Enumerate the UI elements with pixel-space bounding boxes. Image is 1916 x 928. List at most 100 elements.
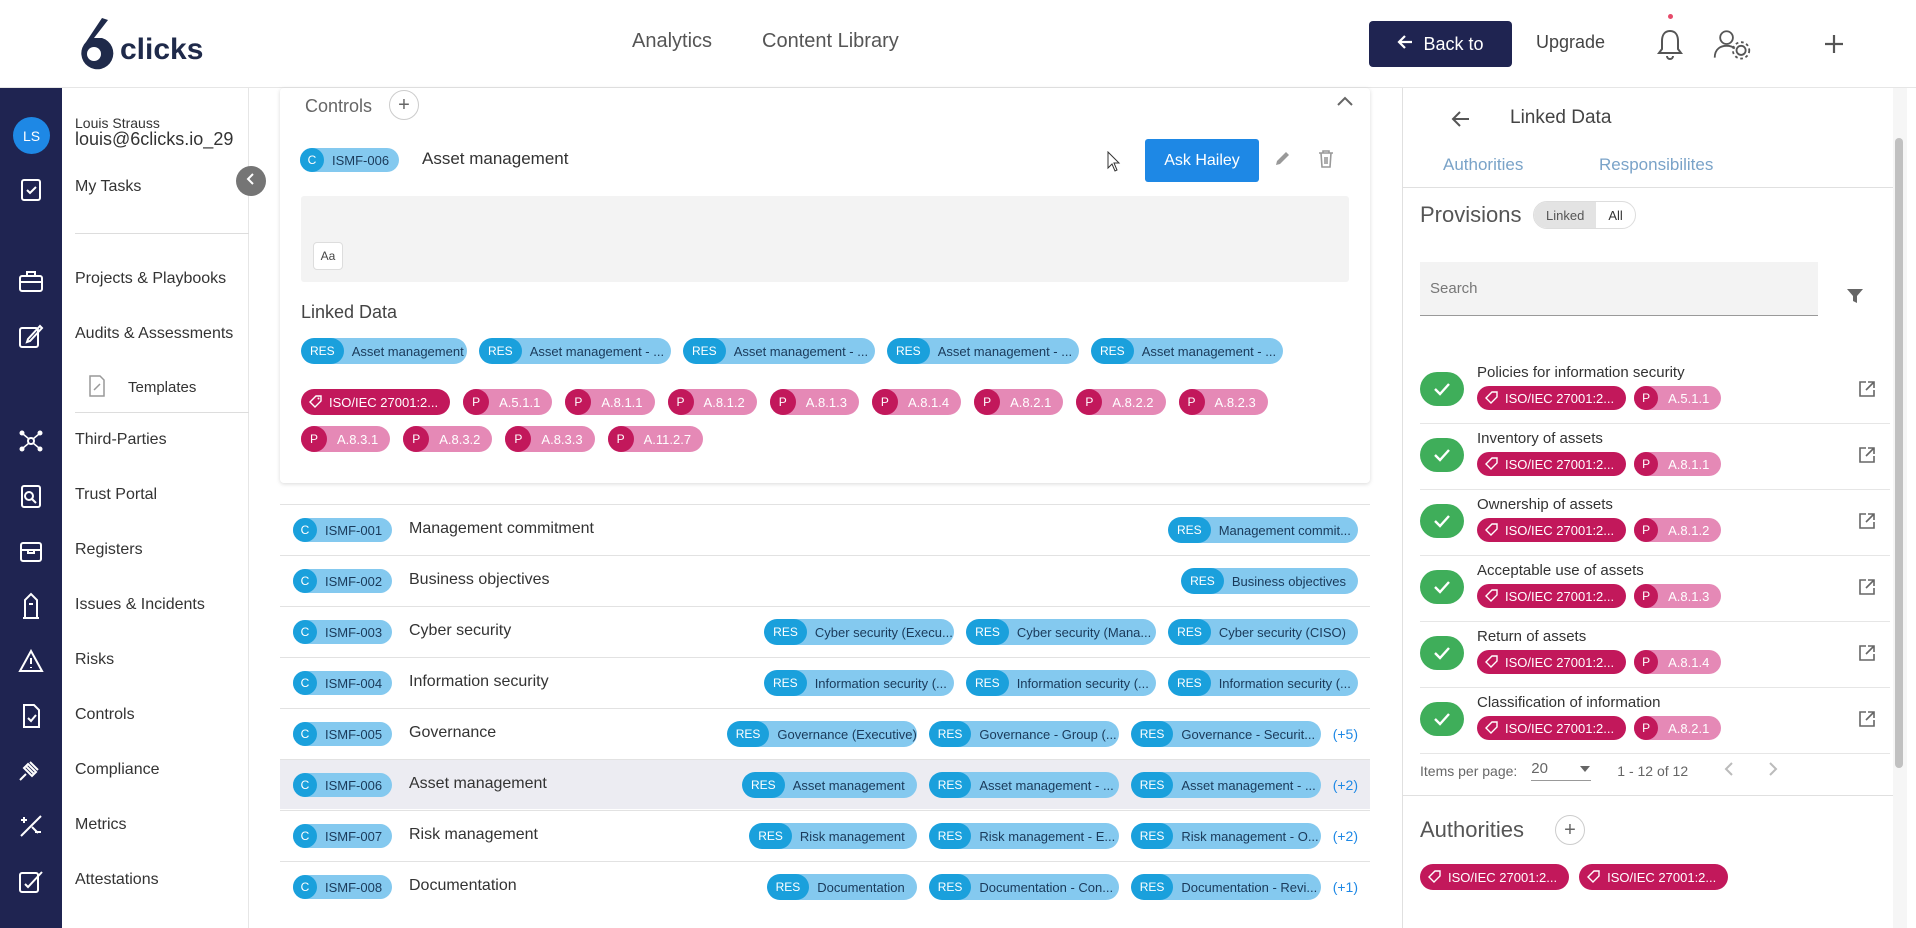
list-item[interactable]: Policies for information security ISO/IEC…: [1420, 358, 1890, 424]
provision-pill[interactable]: P A.8.3.1: [301, 426, 391, 452]
warning-icon[interactable]: [16, 646, 46, 676]
authority-pill[interactable]: ISO/IEC 27001:2...: [1477, 584, 1627, 608]
table-row[interactable]: C ISMF-005 Governance RES Governance (Execut…: [280, 708, 1370, 758]
res-pill[interactable]: RES Risk management - O...: [1130, 823, 1321, 849]
list-item[interactable]: Ownership of assets ISO/IEC 27001:2... P A.…: [1420, 490, 1890, 556]
add-authority-button[interactable]: +: [1555, 815, 1585, 845]
network-icon[interactable]: [16, 426, 46, 456]
provision-pill[interactable]: P A.5.1.1: [463, 389, 553, 415]
sidebar-item-third-parties[interactable]: Third-Parties: [75, 431, 167, 449]
res-pill[interactable]: RES Business objectives: [1181, 568, 1358, 594]
scrollbar-thumb[interactable]: [1895, 138, 1903, 768]
res-pill[interactable]: RES Risk management - E...: [928, 823, 1119, 849]
provision-pill[interactable]: P A.11.2.7: [607, 426, 704, 452]
res-pill[interactable]: RES Cyber security (CISO): [1168, 619, 1358, 645]
table-row[interactable]: C ISMF-004 Information security RES Informat…: [280, 657, 1370, 707]
tab-authorities[interactable]: Authorities: [1443, 155, 1523, 175]
provision-pill[interactable]: P A.8.2.3: [1178, 389, 1268, 415]
nav-content-library[interactable]: Content Library: [762, 30, 899, 53]
authority-pill[interactable]: ISO/IEC 27001:2...: [1420, 864, 1570, 890]
edit-icon[interactable]: [16, 321, 46, 351]
sidebar-item-issues[interactable]: Issues & Incidents: [75, 596, 205, 614]
table-row[interactable]: C ISMF-008 Documentation RES Documentation RE…: [280, 861, 1370, 911]
avatar[interactable]: LS: [13, 117, 50, 154]
user-settings-icon[interactable]: [1712, 24, 1752, 64]
table-row[interactable]: C ISMF-002 Business objectives RES Business …: [280, 555, 1370, 605]
more-count[interactable]: (+5): [1333, 726, 1358, 742]
trash-icon[interactable]: [1317, 149, 1335, 174]
list-item[interactable]: Acceptable use of assets ISO/IEC 27001:2.…: [1420, 556, 1890, 622]
back-to-button[interactable]: Back to: [1369, 21, 1512, 67]
res-pill[interactable]: RES Management commit...: [1168, 517, 1358, 543]
more-count[interactable]: (+2): [1333, 777, 1358, 793]
res-pill[interactable]: RES Documentation - Con...: [928, 874, 1119, 900]
sidebar-item-audits[interactable]: Audits & Assessments: [75, 325, 233, 343]
upgrade-link[interactable]: Upgrade: [1536, 32, 1605, 53]
authority-pill[interactable]: ISO/IEC 27001:2...: [1477, 452, 1627, 476]
more-count[interactable]: (+1): [1333, 879, 1358, 895]
provision-pill[interactable]: P A.8.1.3: [769, 389, 859, 415]
check-icon[interactable]: [1420, 702, 1464, 736]
nav-analytics[interactable]: Analytics: [632, 30, 712, 53]
res-pill[interactable]: RES Asset management - ...: [683, 338, 875, 364]
external-link-icon[interactable]: [1858, 710, 1876, 733]
authority-pill[interactable]: ISO/IEC 27001:2...: [301, 389, 451, 415]
res-pill[interactable]: RES Asset management - ...: [887, 338, 1079, 364]
provision-pill[interactable]: P A.8.3.3: [505, 426, 595, 452]
check-icon[interactable]: [1420, 504, 1464, 538]
provision-pill[interactable]: P A.8.1.2: [667, 389, 757, 415]
incident-icon[interactable]: [16, 591, 46, 621]
authority-pill[interactable]: ISO/IEC 27001:2...: [1477, 716, 1627, 740]
tab-responsibilities[interactable]: Responsibilites: [1599, 155, 1713, 175]
check-icon[interactable]: [1420, 636, 1464, 670]
res-pill[interactable]: RES Cyber security (Mana...: [966, 619, 1157, 645]
res-pill[interactable]: RES Asset management: [301, 338, 467, 364]
provision-pill[interactable]: P A.8.2.1: [1634, 716, 1722, 740]
sidebar-item-metrics[interactable]: Metrics: [75, 816, 127, 834]
res-pill[interactable]: RES Governance - Group (...: [928, 721, 1119, 747]
sidebar-item-my-tasks[interactable]: My Tasks: [75, 178, 141, 196]
table-row[interactable]: C ISMF-003 Cyber security RES Cyber security…: [280, 606, 1370, 656]
description-editor[interactable]: [301, 196, 1349, 282]
res-pill[interactable]: RES Documentation - Revi...: [1130, 874, 1321, 900]
sidebar-item-risks[interactable]: Risks: [75, 651, 114, 669]
format-text-button[interactable]: Aa: [313, 242, 343, 270]
arrow-left-icon[interactable]: [1451, 110, 1471, 133]
provision-pill[interactable]: P A.8.1.1: [565, 389, 655, 415]
sidebar-item-attestations[interactable]: Attestations: [75, 871, 159, 889]
external-link-icon[interactable]: [1858, 446, 1876, 469]
sidebar-item-trust-portal[interactable]: Trust Portal: [75, 486, 157, 504]
external-link-icon[interactable]: [1858, 578, 1876, 601]
provision-pill[interactable]: P A.8.1.3: [1634, 584, 1722, 608]
table-row[interactable]: C ISMF-006 Asset management RES Asset manage…: [280, 759, 1370, 809]
external-link-icon[interactable]: [1858, 380, 1876, 403]
res-pill[interactable]: RES Governance - Securit...: [1130, 721, 1321, 747]
chevron-left-icon[interactable]: [1724, 761, 1734, 780]
controls-icon[interactable]: [16, 701, 46, 731]
items-per-page-select[interactable]: 20: [1531, 760, 1592, 781]
more-count[interactable]: (+2): [1333, 828, 1358, 844]
pencil-icon[interactable]: [1273, 150, 1291, 173]
add-icon[interactable]: [1814, 24, 1854, 64]
res-pill[interactable]: RES Asset management: [742, 772, 917, 798]
provision-pill[interactable]: P A.5.1.1: [1634, 386, 1722, 410]
add-control-button[interactable]: +: [389, 90, 419, 120]
sidebar-item-registers[interactable]: Registers: [75, 541, 143, 559]
external-link-icon[interactable]: [1858, 512, 1876, 535]
briefcase-icon[interactable]: [16, 266, 46, 296]
table-row[interactable]: C ISMF-001 Management commitment RES Managem…: [280, 504, 1370, 554]
register-icon[interactable]: [16, 536, 46, 566]
chevron-right-icon[interactable]: [1768, 761, 1778, 780]
ask-hailey-button[interactable]: Ask Hailey: [1145, 139, 1259, 182]
res-pill[interactable]: RES Information security (...: [764, 670, 954, 696]
list-item[interactable]: Inventory of assets ISO/IEC 27001:2... P A.…: [1420, 424, 1890, 490]
res-pill[interactable]: RES Asset management - ...: [928, 772, 1119, 798]
toggle-linked[interactable]: Linked: [1534, 202, 1597, 228]
collapse-sidebar-button[interactable]: [236, 166, 266, 196]
res-pill[interactable]: RES Documentation: [766, 874, 917, 900]
sidebar-item-templates[interactable]: Templates: [128, 379, 196, 396]
provision-pill[interactable]: P A.8.1.4: [1634, 650, 1722, 674]
res-pill[interactable]: RES Asset management - ...: [479, 338, 671, 364]
provision-pill[interactable]: P A.8.1.1: [1634, 452, 1722, 476]
linked-all-toggle[interactable]: Linked All: [1533, 201, 1636, 229]
